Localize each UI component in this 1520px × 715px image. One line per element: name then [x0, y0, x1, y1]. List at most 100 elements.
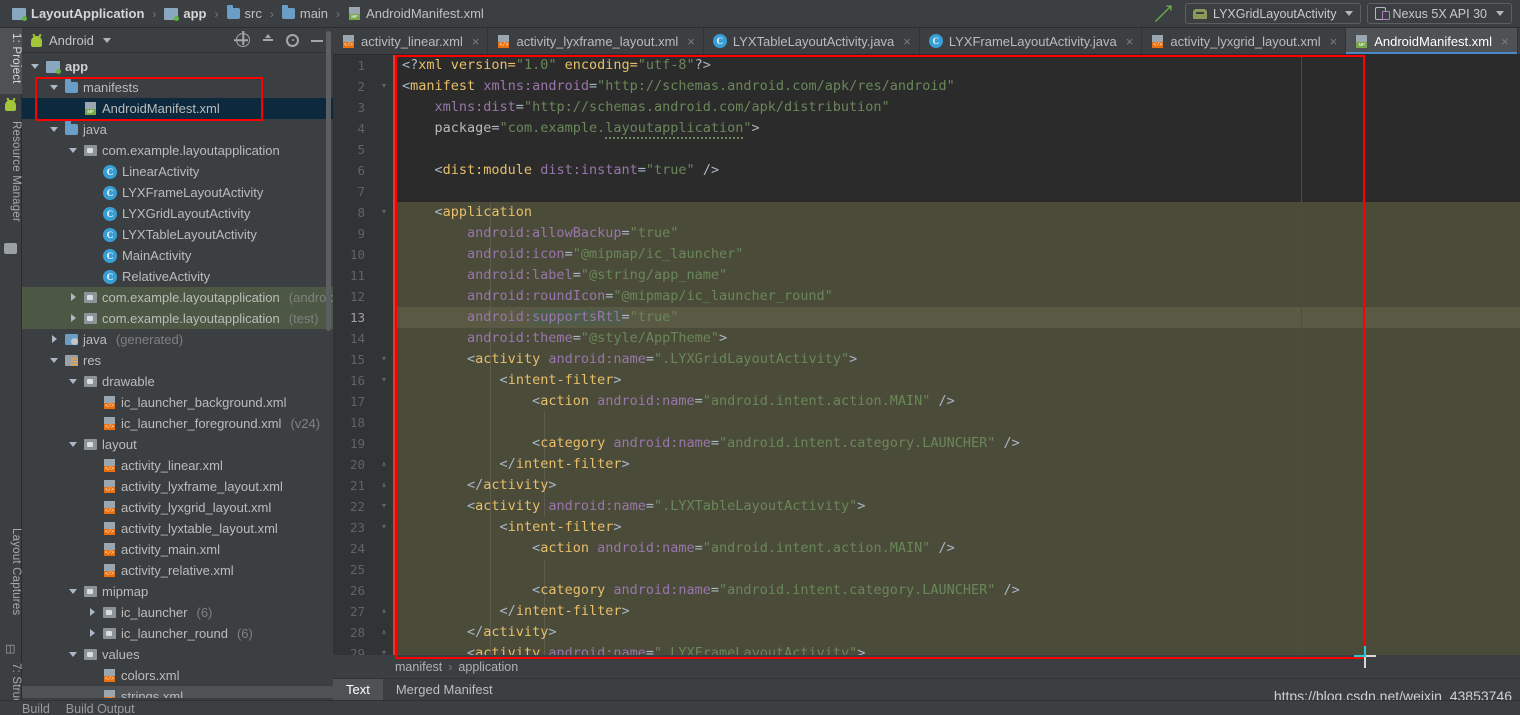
editor-tab-activity-lyxframe-layout-xml[interactable]: </> activity_lyxframe_layout.xml ×: [488, 28, 704, 54]
breadcrumb-item-main[interactable]: main: [278, 5, 332, 22]
fold-toggle-icon[interactable]: ▿: [375, 349, 393, 370]
fold-toggle-icon[interactable]: ▵: [375, 475, 393, 496]
run-configuration-selector[interactable]: LYXGridLayoutActivity: [1185, 3, 1362, 24]
tree-twisty-open-icon[interactable]: [68, 145, 79, 156]
project-tree-scrollbar[interactable]: [326, 31, 331, 331]
tree-row[interactable]: </> activity_lyxtable_layout.xml: [22, 518, 333, 539]
tree-row[interactable]: </> ic_launcher_background.xml: [22, 392, 333, 413]
select-opened-file-icon[interactable]: [236, 33, 250, 47]
code-line[interactable]: android:roundIcon="@mipmap/ic_launcher_r…: [393, 286, 1520, 307]
editor-breadcrumb[interactable]: manifest › application: [333, 655, 1520, 678]
tool-window-build[interactable]: Build: [22, 702, 50, 715]
code-line[interactable]: [393, 139, 1520, 160]
code-line[interactable]: <dist:module dist:instant="true" />: [393, 160, 1520, 181]
tree-row[interactable]: </> activity_linear.xml: [22, 455, 333, 476]
code-line[interactable]: package="com.example.layoutapplication">: [393, 118, 1520, 139]
code-line[interactable]: <activity android:name=".LYXFrameLayoutA…: [393, 643, 1520, 655]
breadcrumb-item-layoutapplication[interactable]: LayoutApplication: [8, 5, 148, 22]
code-line[interactable]: [393, 412, 1520, 433]
editor-tab-lyxframelayoutactivity-java[interactable]: C LYXFrameLayoutActivity.java ×: [920, 28, 1143, 54]
tree-twisty-closed-icon[interactable]: [68, 313, 79, 324]
tree-row[interactable]: C LYXFrameLayoutActivity: [22, 182, 333, 203]
code-line[interactable]: </activity>: [393, 622, 1520, 643]
tree-twisty-open-icon[interactable]: [68, 376, 79, 387]
tree-row[interactable]: mipmap: [22, 581, 333, 602]
code-line[interactable]: android:icon="@mipmap/ic_launcher": [393, 244, 1520, 265]
fold-toggle-icon[interactable]: ▿: [375, 517, 393, 538]
fold-toggle-icon[interactable]: ▿: [375, 370, 393, 391]
code-line[interactable]: [393, 559, 1520, 580]
tree-row[interactable]: C LinearActivity: [22, 161, 333, 182]
code-line[interactable]: <category android:name="android.intent.c…: [393, 580, 1520, 601]
code-line[interactable]: xmlns:dist="http://schemas.android.com/a…: [393, 97, 1520, 118]
fold-toggle-icon[interactable]: ▿: [375, 202, 393, 223]
device-selector[interactable]: Nexus 5X API 30: [1367, 3, 1512, 24]
tree-row[interactable]: java: [22, 119, 333, 140]
editor-tab-lyxtablelayoutactivity-java[interactable]: C LYXTableLayoutActivity.java ×: [704, 28, 920, 54]
tree-row[interactable]: </> activity_lyxgrid_layout.xml: [22, 497, 333, 518]
fold-toggle-icon[interactable]: ▵: [375, 454, 393, 475]
tree-row[interactable]: res: [22, 350, 333, 371]
editor-tab-activity-linear-xml[interactable]: </> activity_linear.xml ×: [333, 28, 489, 54]
tree-row[interactable]: </> activity_lyxframe_layout.xml: [22, 476, 333, 497]
code-editor[interactable]: 1 2 3 4 5 6 7 8 9 10 11 12 13 14 15 16 17 18 19 20 21 22 23 24 2…: [333, 55, 1520, 655]
tree-row[interactable]: drawable: [22, 371, 333, 392]
code-line[interactable]: android:supportsRtl="true": [393, 307, 1520, 328]
tree-twisty-closed-icon[interactable]: [68, 292, 79, 303]
code-line[interactable]: </intent-filter>: [393, 454, 1520, 475]
fold-toggle-icon[interactable]: ▿: [375, 496, 393, 517]
tree-row[interactable]: </> ic_launcher_foreground.xml (v24): [22, 413, 333, 434]
close-icon[interactable]: ×: [472, 34, 480, 49]
code-line[interactable]: [393, 181, 1520, 202]
editor-tab-activity-lyxgrid-layout-xml[interactable]: </> activity_lyxgrid_layout.xml ×: [1142, 28, 1347, 54]
tree-row[interactable]: </> activity_relative.xml: [22, 560, 333, 581]
code-line[interactable]: <intent-filter>: [393, 517, 1520, 538]
tree-row[interactable]: ic_launcher (6): [22, 602, 333, 623]
tree-twisty-closed-icon[interactable]: [49, 334, 60, 345]
editor-breadcrumb-manifest[interactable]: manifest: [395, 660, 442, 674]
fold-toggle-icon[interactable]: ▵: [375, 601, 393, 622]
code-line[interactable]: <?xml version="1.0" encoding="utf-8"?>: [393, 55, 1520, 76]
rail-item-project[interactable]: 1: Project: [0, 28, 22, 94]
code-line[interactable]: <manifest xmlns:android="http://schemas.…: [393, 76, 1520, 97]
tree-twisty-open-icon[interactable]: [68, 586, 79, 597]
code-line[interactable]: android:label="@string/app_name": [393, 265, 1520, 286]
tree-twisty-open-icon[interactable]: [68, 439, 79, 450]
breadcrumb-item-src[interactable]: src: [223, 5, 266, 22]
close-icon[interactable]: ×: [1501, 34, 1509, 49]
code-text-area[interactable]: <?xml version="1.0" encoding="utf-8"?> <m…: [393, 55, 1520, 655]
project-view-selector[interactable]: Android: [30, 33, 111, 48]
tree-row[interactable]: C LYXGridLayoutActivity: [22, 203, 333, 224]
tree-twisty-open-icon[interactable]: [49, 124, 60, 135]
tree-row[interactable]: java (generated): [22, 329, 333, 350]
bottom-tab-text[interactable]: Text: [333, 679, 383, 700]
close-icon[interactable]: ×: [903, 34, 911, 49]
tree-row[interactable]: C LYXTableLayoutActivity: [22, 224, 333, 245]
close-icon[interactable]: ×: [1330, 34, 1338, 49]
project-tree[interactable]: app manifests MF AndroidManifest.xml java com…: [22, 53, 333, 698]
gear-icon[interactable]: [286, 33, 299, 47]
fold-toggle-icon[interactable]: ▵: [375, 622, 393, 643]
code-line[interactable]: android:allowBackup="true": [393, 223, 1520, 244]
code-line[interactable]: <category android:name="android.intent.c…: [393, 433, 1520, 454]
editor-gutter[interactable]: 1 2 3 4 5 6 7 8 9 10 11 12 13 14 15 16 17 18 19 20 21 22 23 24 2…: [333, 55, 393, 655]
tree-row[interactable]: manifests: [22, 77, 333, 98]
tree-row[interactable]: ic_launcher_round (6): [22, 623, 333, 644]
editor-tab-androidmanifest-xml[interactable]: MF AndroidManifest.xml ×: [1346, 28, 1518, 54]
code-line[interactable]: <application: [393, 202, 1520, 223]
tree-row[interactable]: C MainActivity: [22, 245, 333, 266]
tree-row[interactable]: C RelativeActivity: [22, 266, 333, 287]
code-line[interactable]: </intent-filter>: [393, 601, 1520, 622]
breadcrumb-item-androidmanifest-xml[interactable]: MF AndroidManifest.xml: [344, 5, 488, 22]
code-line[interactable]: <activity android:name=".LYXGridLayoutAc…: [393, 349, 1520, 370]
tree-row[interactable]: com.example.layoutapplication (test): [22, 308, 333, 329]
collapse-all-icon[interactable]: [261, 33, 275, 47]
tree-row[interactable]: com.example.layoutapplication: [22, 140, 333, 161]
tree-twisty-open-icon[interactable]: [49, 355, 60, 366]
tree-row[interactable]: </> strings.xml: [22, 686, 333, 698]
tree-twisty-closed-icon[interactable]: [87, 628, 98, 639]
rail-item-layout-captures[interactable]: Layout Captures: [0, 523, 22, 639]
editor-breadcrumb-application[interactable]: application: [458, 660, 518, 674]
rail-item-resource-manager[interactable]: Resource Manager: [0, 116, 22, 236]
tree-row[interactable]: </> colors.xml: [22, 665, 333, 686]
